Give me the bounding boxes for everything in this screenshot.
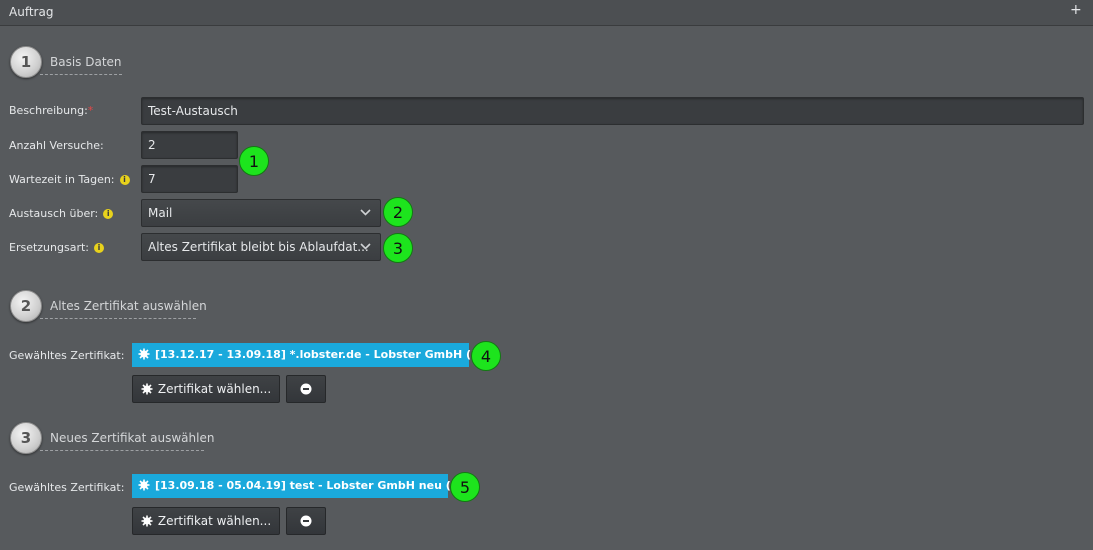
info-icon[interactable]: i — [119, 175, 130, 185]
austausch-ueber-label: Austausch über: i — [9, 207, 114, 220]
annotation-badge-3: 3 — [383, 233, 413, 263]
panel-header: Auftrag + — [0, 0, 1093, 26]
old-certificate-value: [13.12.17 - 13.09.18] *.lobster.de - Lob… — [155, 348, 493, 361]
required-marker: * — [87, 104, 94, 117]
ersetzungsart-label: Ersetzungsart: i — [9, 241, 104, 254]
expand-plus-icon[interactable]: + — [1070, 2, 1082, 18]
step-1-number: 1 — [10, 46, 42, 78]
austausch-ueber-value: Mail — [148, 206, 173, 220]
panel-title: Auftrag — [9, 5, 54, 19]
step-2-underline — [40, 318, 196, 319]
step-3-number: 3 — [10, 422, 42, 454]
old-certificate-label: Gewähltes Zertifikat: — [9, 349, 125, 362]
minus-circle-icon — [300, 383, 312, 395]
choose-button-label: Zertifikat wählen... — [157, 382, 272, 396]
step-2-number: 2 — [10, 290, 42, 322]
old-certificate-chip[interactable]: [13.12.17 - 13.09.18] *.lobster.de - Lob… — [132, 343, 493, 367]
annotation-badge-5: 5 — [450, 472, 480, 502]
new-certificate-label: Gewähltes Zertifikat: — [9, 481, 125, 494]
wartezeit-input[interactable]: 7 — [141, 165, 238, 193]
choose-new-certificate-button[interactable]: Zertifikat wählen... — [132, 507, 280, 535]
anzahl-versuche-label: Anzahl Versuche: — [9, 139, 104, 152]
beschreibung-label: Beschreibung:* — [9, 104, 94, 117]
ersetzungsart-select[interactable]: Altes Zertifikat bleibt bis Ablaufdat... — [141, 233, 381, 261]
step-1-label: Basis Daten — [50, 55, 122, 69]
choose-button-label: Zertifikat wählen... — [157, 514, 272, 528]
anzahl-versuche-input[interactable]: 2 — [141, 131, 238, 159]
chevron-down-icon — [360, 209, 371, 216]
wartezeit-label: Wartezeit in Tagen: i — [9, 173, 130, 186]
remove-old-certificate-button[interactable] — [286, 375, 326, 403]
annotation-badge-1: 1 — [239, 146, 269, 176]
step-2-label: Altes Zertifikat auswählen — [50, 299, 207, 313]
chevron-down-icon — [360, 243, 371, 250]
minus-circle-icon — [300, 515, 312, 527]
info-icon[interactable]: i — [94, 243, 104, 253]
new-certificate-value: [13.09.18 - 05.04.19] test - Lobster Gmb… — [155, 479, 473, 492]
certificate-seal-icon — [141, 383, 153, 395]
beschreibung-input[interactable]: Test-Austausch — [141, 97, 1084, 125]
certificate-seal-icon — [141, 515, 153, 527]
annotation-badge-2: 2 — [383, 197, 413, 227]
step-3-label: Neues Zertifikat auswählen — [50, 431, 215, 445]
step-3-underline — [40, 450, 204, 451]
step-1-underline — [40, 74, 122, 75]
remove-new-certificate-button[interactable] — [286, 507, 326, 535]
choose-old-certificate-button[interactable]: Zertifikat wählen... — [132, 375, 280, 403]
new-certificate-chip[interactable]: [13.09.18 - 05.04.19] test - Lobster Gmb… — [132, 474, 472, 498]
certificate-seal-icon — [138, 479, 150, 491]
annotation-badge-4: 4 — [471, 341, 501, 371]
info-icon[interactable]: i — [103, 209, 114, 219]
certificate-seal-icon — [138, 348, 150, 360]
ersetzungsart-value: Altes Zertifikat bleibt bis Ablaufdat... — [148, 240, 369, 254]
austausch-ueber-select[interactable]: Mail — [141, 199, 381, 227]
